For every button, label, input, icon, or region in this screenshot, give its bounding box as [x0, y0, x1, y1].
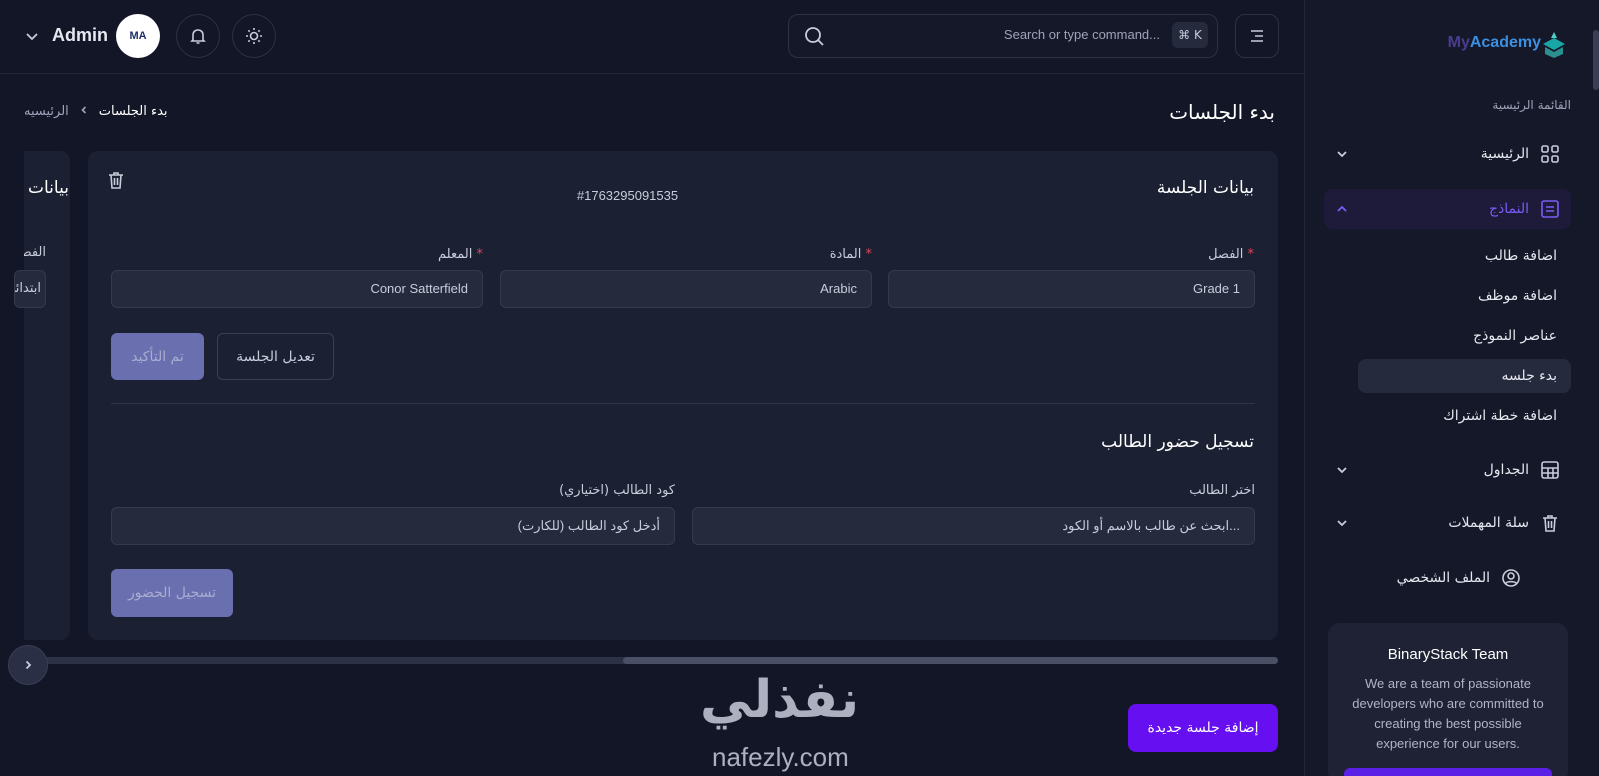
breadcrumb: الرئيسيه بدء الجلسات	[24, 104, 168, 119]
sidebar-subitem-form-elements[interactable]: عناصر النموذج	[1473, 319, 1557, 353]
notifications-button[interactable]	[176, 14, 220, 58]
academy-logo-icon	[1543, 32, 1565, 58]
sidebar-item-label: الرئيسية	[1480, 146, 1529, 162]
sidebar-item-tables[interactable]: الجداول	[1324, 450, 1571, 490]
user-circle-icon	[1500, 567, 1522, 589]
subject-label: المادة *	[829, 247, 872, 262]
search-placeholder: Search or type command...	[1003, 27, 1160, 42]
sidebar-item-label: سلة المهملات	[1448, 515, 1529, 531]
session-card	[88, 151, 1278, 640]
theme-toggle-button[interactable]	[232, 14, 276, 58]
previous-session-class-label: الفصل	[24, 245, 46, 260]
sidebar-item-forms[interactable]: النماذج	[1324, 189, 1571, 229]
teacher-select[interactable]: Conor Satterfield	[111, 270, 483, 308]
menu-icon	[1251, 30, 1263, 42]
sidebar-item-label: النماذج	[1488, 201, 1529, 217]
brand-name[interactable]: MyAcademy	[1448, 34, 1541, 52]
chevron-down-icon	[1334, 462, 1350, 478]
previous-session-title: بيانات	[28, 178, 69, 198]
bell-icon	[190, 29, 206, 44]
record-attendance-button[interactable]: تسجيل الحضور	[111, 569, 233, 617]
student-code-input[interactable]: أدخل كود الطالب (للكارت)	[111, 507, 675, 545]
sun-icon	[246, 28, 262, 44]
sidebar-item-home[interactable]: الرئيسية	[1324, 134, 1571, 174]
shortcut-badge: ⌘ K	[1172, 22, 1208, 48]
chevron-right-icon	[25, 660, 32, 670]
trash-icon	[1539, 512, 1561, 534]
sidebar-item-trash[interactable]: سلة المهملات	[1324, 503, 1571, 543]
sidebar-section-label: القائمة الرئيسية	[1492, 98, 1571, 112]
sidebar-subitem-add-plan[interactable]: اضافة خطة اشتراك	[1443, 399, 1557, 433]
student-label: اختر الطالب	[1189, 483, 1255, 498]
team-card-button[interactable]	[1344, 768, 1552, 776]
class-label: الفصل *	[1208, 247, 1254, 262]
cards-scroll-thumb[interactable]	[623, 657, 1278, 664]
chevron-left-icon	[79, 104, 89, 119]
sidebar-item-label: الجداول	[1483, 462, 1529, 478]
edit-session-button[interactable]: تعديل الجلسة	[217, 333, 334, 380]
chevron-down-icon[interactable]	[24, 28, 40, 44]
sidebar-subitem-add-student[interactable]: اضافة طالب	[1485, 239, 1557, 273]
page-title: بدء الجلسات	[1169, 100, 1275, 124]
admin-name[interactable]: Admin	[52, 25, 108, 46]
avatar[interactable]: MA	[116, 14, 160, 58]
watermark-latin: nafezly.com	[712, 742, 849, 772]
student-search-input[interactable]: ابحث عن طالب بالاسم أو الكود...	[692, 507, 1255, 545]
table-icon	[1539, 459, 1561, 481]
delete-session-icon[interactable]	[106, 170, 126, 190]
chevron-down-icon	[1334, 515, 1350, 531]
session-id: #1763295091535	[576, 188, 679, 203]
teacher-label: المعلم *	[438, 247, 483, 262]
student-code-label: كود الطالب (اختياري)	[559, 483, 675, 498]
session-card-title: بيانات الجلسة	[1156, 178, 1254, 198]
previous-session-card	[24, 151, 70, 640]
sidebar-subitem-add-employee[interactable]: اضافة موظف	[1478, 279, 1557, 313]
team-description: We are a team of passionate developers w…	[1352, 676, 1544, 751]
sidebar-item-label: الملف الشخصي	[1396, 570, 1490, 586]
watermark-arabic: نفذلي	[700, 670, 860, 730]
class-select[interactable]: Grade 1	[888, 270, 1255, 308]
sidebar-item-profile[interactable]: الملف الشخصي	[1324, 558, 1532, 598]
sidebar-subitem-start-session[interactable]: بدء جلسه	[1501, 359, 1557, 393]
grid-icon	[1539, 143, 1561, 165]
confirmed-button[interactable]: تم التأكيد	[111, 333, 204, 380]
menu-toggle-button[interactable]	[1235, 14, 1279, 58]
form-icon	[1539, 198, 1561, 220]
breadcrumb-current: بدء الجلسات	[98, 104, 168, 119]
previous-session-class-field[interactable]: ابتدائي	[14, 270, 46, 308]
add-session-button[interactable]: إضافة جلسة جديدة	[1128, 704, 1278, 752]
sidebar-scrollbar[interactable]	[1593, 30, 1599, 90]
scroll-next-button[interactable]	[8, 645, 48, 685]
subject-select[interactable]: Arabic	[500, 270, 872, 308]
chevron-up-icon	[1334, 201, 1350, 217]
search-icon	[805, 27, 824, 46]
chevron-down-icon	[1334, 146, 1350, 162]
divider	[111, 403, 1255, 404]
team-title: BinaryStack Team	[1387, 646, 1509, 663]
attendance-title: تسجيل حضور الطالب	[1101, 432, 1254, 452]
breadcrumb-home[interactable]: الرئيسيه	[24, 104, 69, 119]
